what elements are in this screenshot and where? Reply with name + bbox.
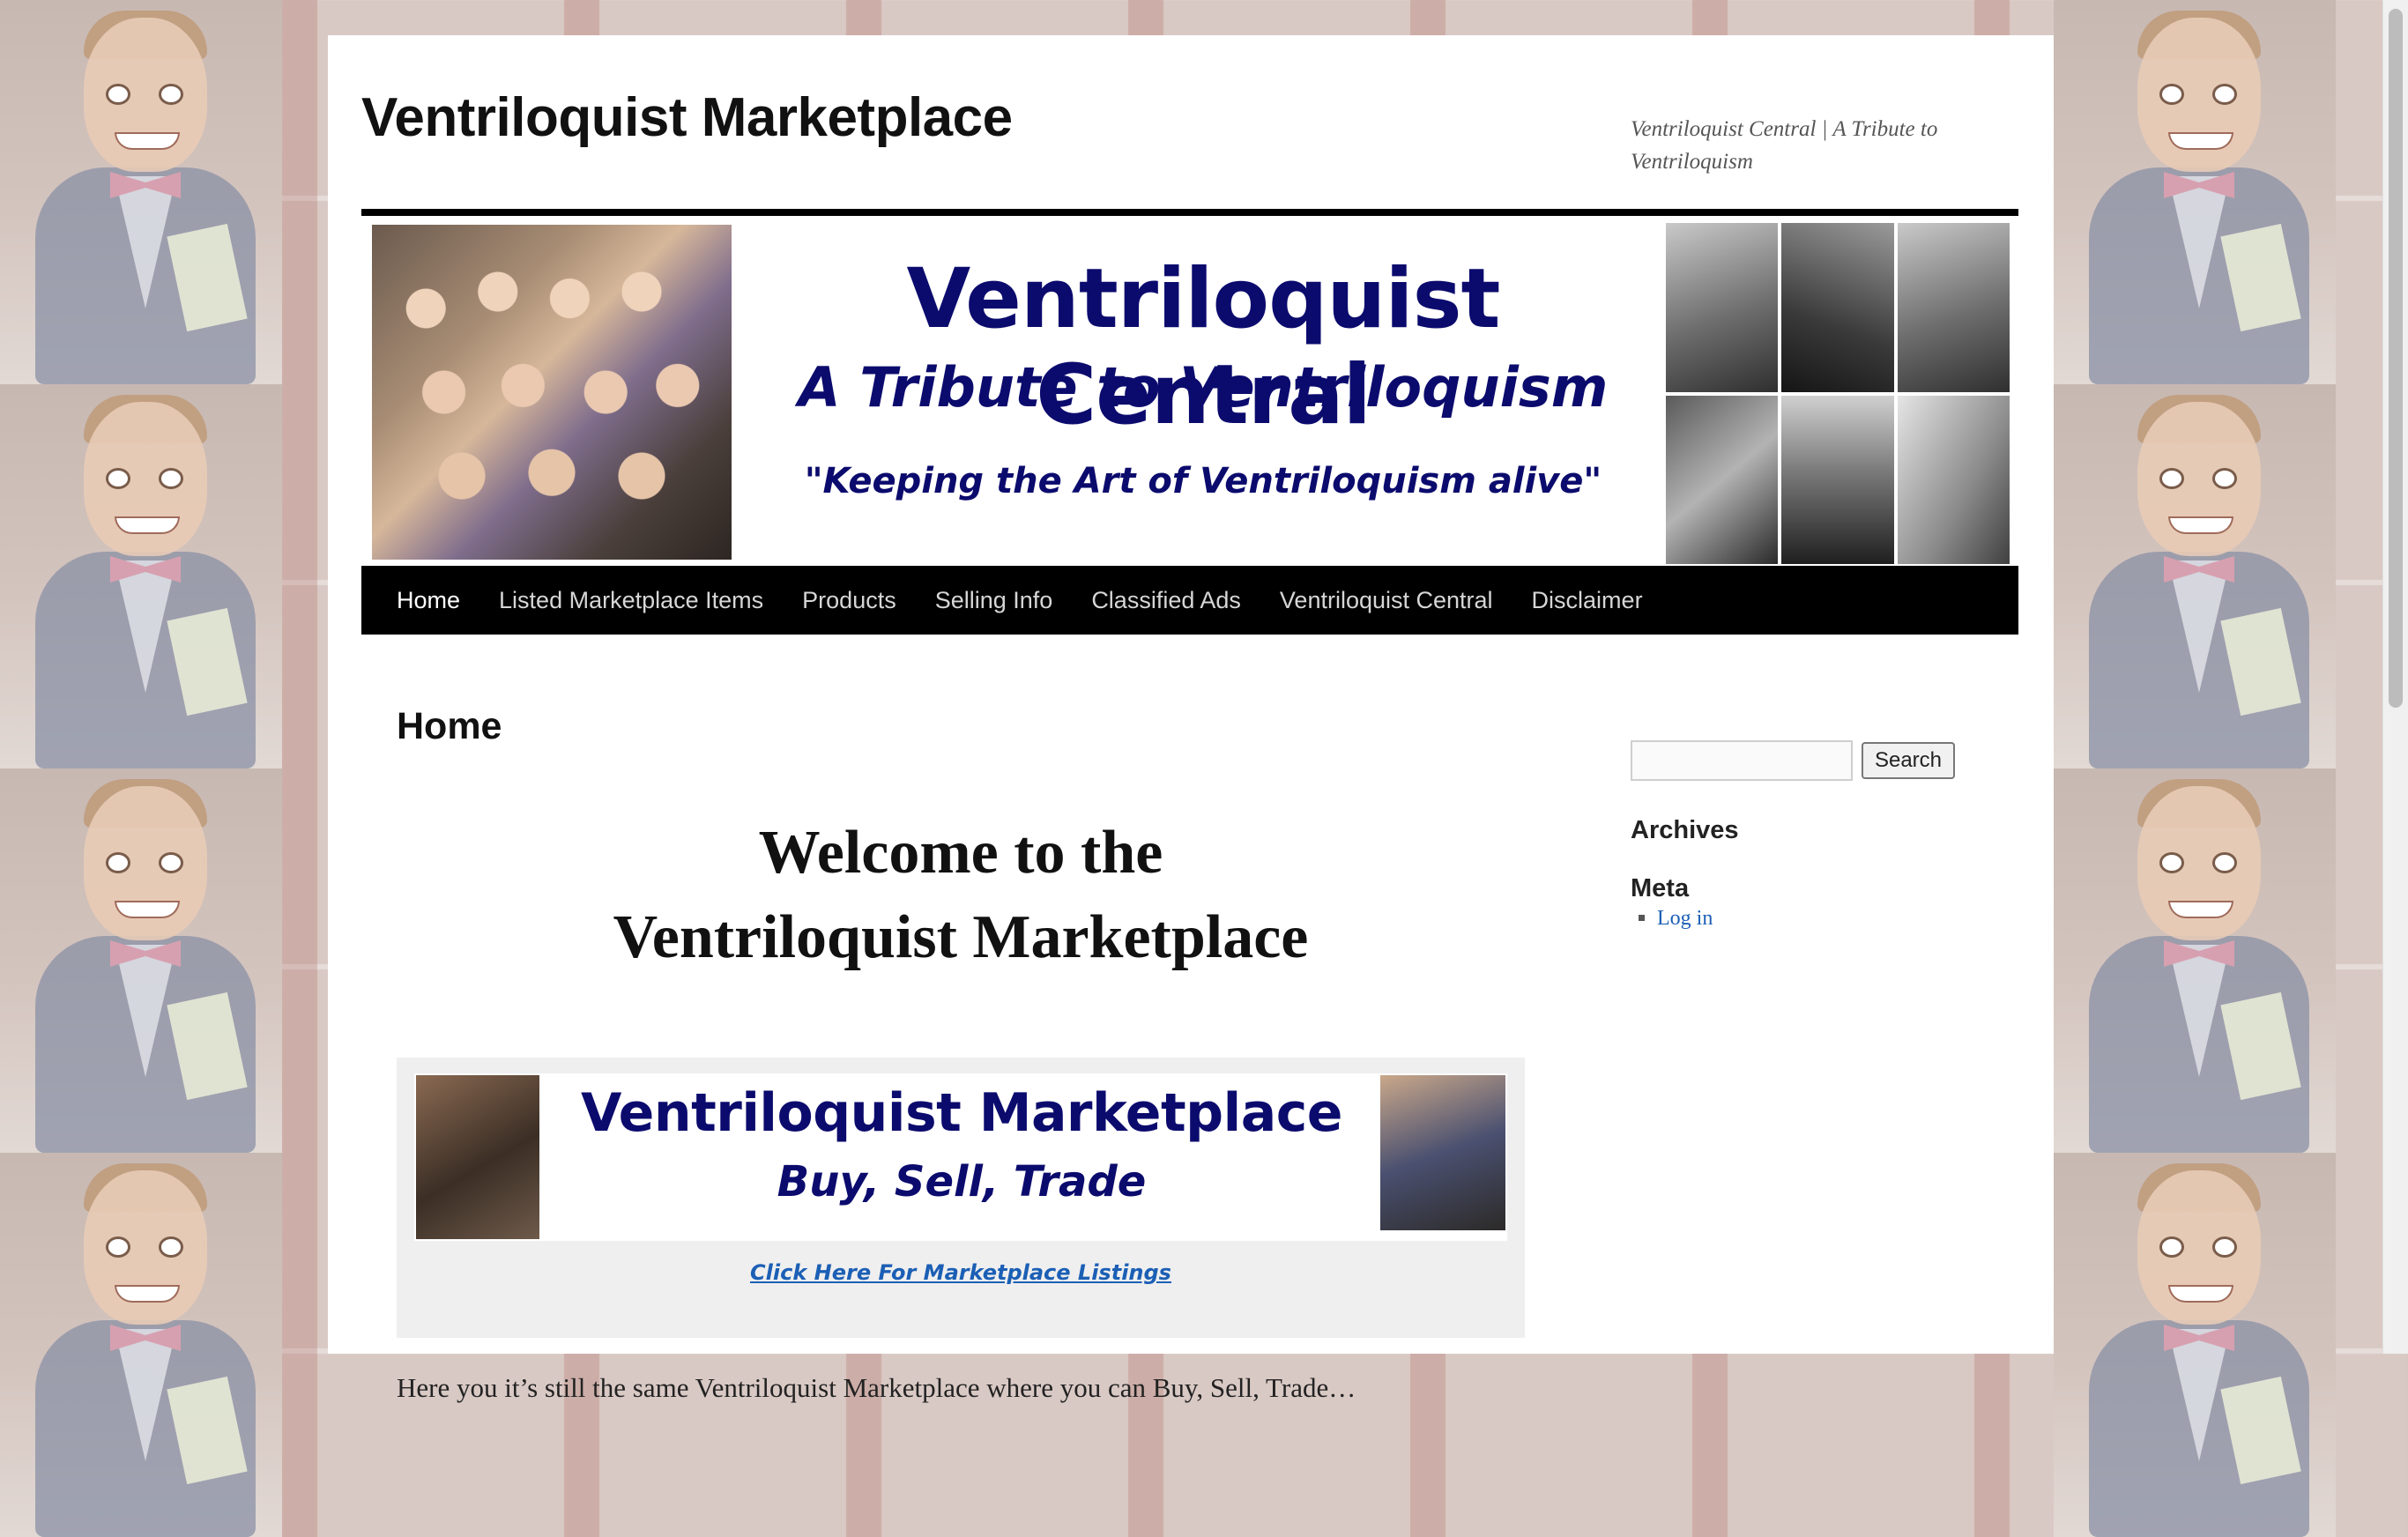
- banner-quote: "Keeping the Art of Ventriloquism alive": [804, 461, 1602, 501]
- header-banner-image: Ventriloquist Central A Tribute to Ventr…: [361, 216, 2018, 601]
- search-input[interactable]: [1631, 740, 1853, 781]
- welcome-line-1: Welcome to the: [758, 819, 1163, 887]
- search-button[interactable]: Search: [1862, 742, 1955, 779]
- page-container: Ventriloquist Marketplace Ventriloquist …: [328, 35, 2054, 1403]
- dummy-photo-right: [1380, 1075, 1505, 1230]
- meta-links-list: Log in: [1631, 906, 1713, 931]
- dummies-group-photo: [372, 225, 732, 560]
- site-title[interactable]: Ventriloquist Marketplace: [361, 86, 1013, 149]
- main-navigation: Home Listed Marketplace Items Products S…: [361, 566, 2018, 635]
- welcome-heading: Welcome to the Ventriloquist Marketplace: [397, 811, 1525, 980]
- header-divider: [361, 209, 2018, 216]
- nav-item-products[interactable]: Products: [783, 566, 916, 635]
- banner-subheading: A Tribute to Ventriloquism: [798, 355, 1609, 420]
- meta-widget-title: Meta: [1631, 874, 1690, 902]
- vertical-scrollbar[interactable]: [2382, 0, 2408, 1354]
- dummy-tile: [2054, 768, 2336, 1153]
- list-item: Log in: [1657, 906, 1713, 931]
- nav-item-disclaimer[interactable]: Disclaimer: [1512, 566, 1662, 635]
- dummy-photo-left: [416, 1075, 539, 1239]
- site-tagline: Ventriloquist Central | A Tribute to Ven…: [1631, 117, 1938, 174]
- dummy-tile: [0, 768, 282, 1153]
- marketplace-listings-link[interactable]: Click Here For Marketplace Listings: [397, 1260, 1525, 1285]
- marketplace-banner-image: Ventriloquist Marketplace Buy, Sell, Tra…: [414, 1073, 1507, 1241]
- nav-item-listed-marketplace-items[interactable]: Listed Marketplace Items: [479, 566, 783, 635]
- welcome-line-2: Ventriloquist Marketplace: [613, 903, 1309, 971]
- dummy-tile: [0, 1153, 282, 1537]
- nav-item-selling-info[interactable]: Selling Info: [916, 566, 1073, 635]
- dummy-tile: [0, 384, 282, 768]
- dummy-tile: [2054, 384, 2336, 768]
- marketplace-banner-subtitle: Buy, Sell, Trade: [777, 1157, 1147, 1207]
- dummy-tile: [2054, 0, 2336, 384]
- archives-widget-title: Archives: [1631, 816, 1739, 844]
- ventriloquists-photo-collage: [1666, 223, 2010, 564]
- dummy-tile: [2054, 1153, 2336, 1537]
- page-title: Home: [397, 705, 502, 747]
- scrollbar-thumb[interactable]: [2389, 9, 2403, 708]
- login-link[interactable]: Log in: [1657, 907, 1713, 930]
- nav-item-classified-ads[interactable]: Classified Ads: [1072, 566, 1260, 635]
- marketplace-banner-title: Ventriloquist Marketplace: [581, 1082, 1342, 1144]
- nav-item-ventriloquist-central[interactable]: Ventriloquist Central: [1260, 566, 1512, 635]
- intro-paragraph: Here you it’s still the same Ventriloqui…: [397, 1372, 1356, 1403]
- marketplace-promo-box: Ventriloquist Marketplace Buy, Sell, Tra…: [397, 1058, 1525, 1338]
- nav-item-home[interactable]: Home: [377, 566, 479, 635]
- dummy-tile: [0, 0, 282, 384]
